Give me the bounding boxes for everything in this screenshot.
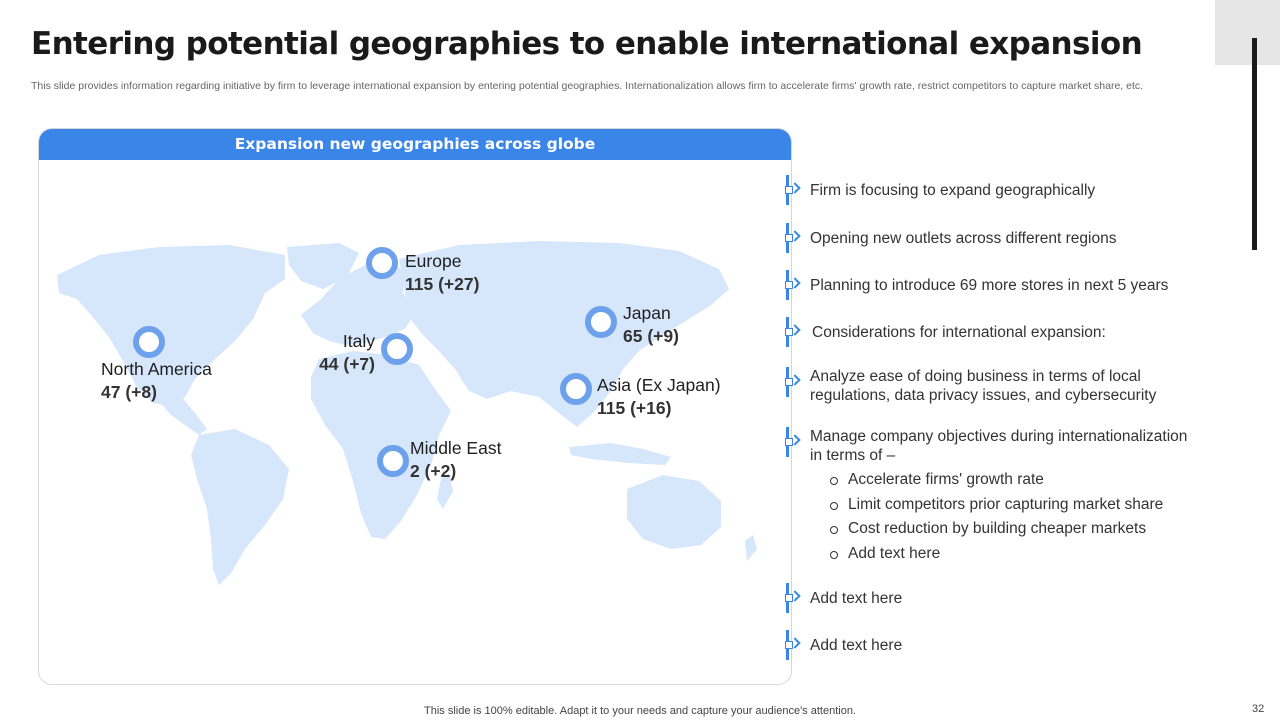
bullet-text: Add text here xyxy=(810,590,903,607)
bullet-text: Add text here xyxy=(810,637,903,654)
north-america-pin-icon xyxy=(133,326,165,358)
map-card: Expansion new geographies across globe E… xyxy=(38,128,792,685)
circle-bullet-icon xyxy=(830,550,838,559)
bullet-marker-icon xyxy=(785,427,801,457)
asia-pin-icon xyxy=(560,373,592,405)
region-label-japan: Japan 65 (+9) xyxy=(623,303,679,346)
middle-east-pin-icon xyxy=(377,445,409,477)
italy-pin-icon xyxy=(381,333,413,365)
bullet-marker-icon xyxy=(785,367,801,397)
region-label-asia: Asia (Ex Japan) 115 (+16) xyxy=(597,375,721,418)
vertical-accent-bar xyxy=(1252,38,1257,250)
region-label-middle-east: Middle East 2 (+2) xyxy=(410,438,502,481)
bullet-text: Considerations for international expansi… xyxy=(812,324,1106,341)
bullet-text: Opening new outlets across different reg… xyxy=(810,230,1117,247)
bullet-text: Planning to introduce 69 more stores in … xyxy=(810,277,1169,294)
bullet-text: Firm is focusing to expand geographicall… xyxy=(810,182,1096,199)
bullet-marker-icon xyxy=(785,175,801,205)
sub-bullet-item: Cost reduction by building cheaper marke… xyxy=(830,518,1163,543)
sub-bullet-item: Accelerate firms' growth rate xyxy=(830,469,1163,494)
sub-bullet-item: Limit competitors prior capturing market… xyxy=(830,494,1163,519)
circle-bullet-icon xyxy=(830,501,838,510)
bullet-text: Manage company objectives during interna… xyxy=(810,428,1188,464)
slide-footer: This slide is 100% editable. Adapt it to… xyxy=(424,705,856,717)
region-label-north-america: North America 47 (+8) xyxy=(101,359,212,402)
slide-title: Entering potential geographies to enable… xyxy=(31,26,1143,62)
page-number: 32 xyxy=(1252,703,1265,715)
japan-pin-icon xyxy=(585,306,617,338)
bullet-marker-icon xyxy=(785,223,801,253)
europe-pin-icon xyxy=(366,247,398,279)
bullet-marker-icon xyxy=(785,583,801,613)
bullet-marker-icon xyxy=(785,317,801,347)
corner-decoration xyxy=(1215,0,1280,65)
circle-bullet-icon xyxy=(830,526,838,534)
circle-bullet-icon xyxy=(830,477,838,485)
region-label-italy: Italy 44 (+7) xyxy=(319,331,375,374)
region-label-europe: Europe 115 (+27) xyxy=(405,251,480,294)
bullet-text: Analyze ease of doing business in terms … xyxy=(810,368,1157,404)
sub-bullet-list: Accelerate firms' growth rate Limit comp… xyxy=(830,469,1163,567)
sub-bullet-item: Add text here xyxy=(830,543,1163,568)
slide-subtitle: This slide provides information regardin… xyxy=(31,80,1144,92)
bullet-marker-icon xyxy=(785,270,801,300)
bullet-marker-icon xyxy=(785,630,801,660)
